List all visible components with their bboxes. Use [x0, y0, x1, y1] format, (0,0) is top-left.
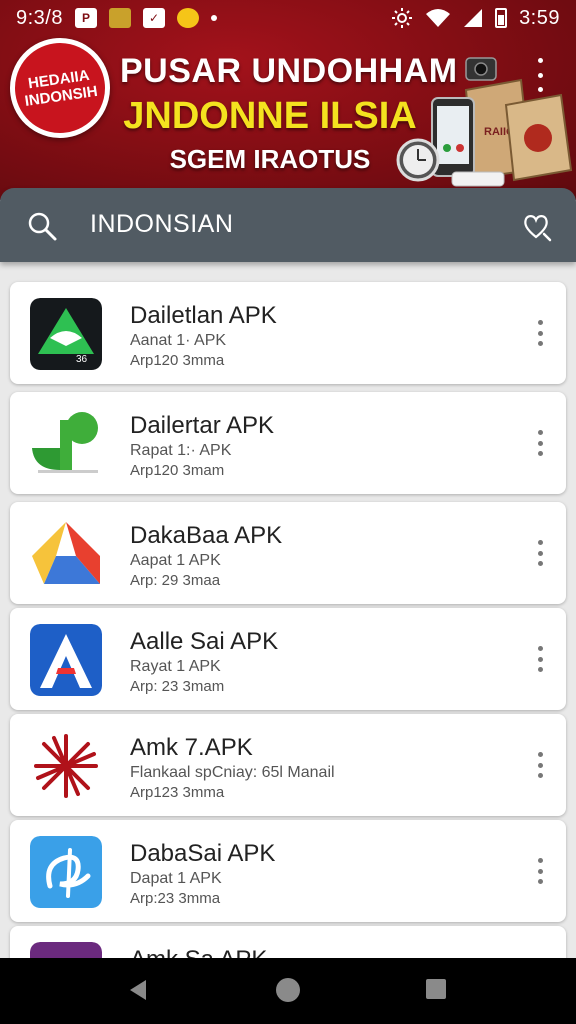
blue-script-logo-icon [30, 836, 102, 908]
app-subtitle: Aanat 1· APK [130, 332, 227, 349]
list-item[interactable]: Aalle Sai APK Rayat 1 APK Arp: 23 3mam [10, 608, 566, 710]
banner-title-line-2: JNDONNE ILSIA [123, 95, 417, 137]
app-name: DakaBaa APK [130, 522, 283, 549]
brightness-icon [392, 8, 413, 28]
app-meta: Arp120 3mma [130, 352, 225, 369]
yellow-star-logo-icon [30, 518, 102, 590]
more-options-icon[interactable] [530, 646, 550, 672]
recents-icon[interactable] [426, 979, 446, 999]
wifi-icon [426, 9, 451, 27]
app-subtitle: Rayat 1 APK [130, 658, 221, 675]
app-subtitle: Dapat 1 APK [130, 870, 222, 887]
green-leaf-logo-icon [30, 408, 102, 480]
app-meta: Arp:23 3mma [130, 890, 221, 907]
more-options-icon[interactable] [530, 858, 550, 884]
app-meta: Arp123 3mma [130, 784, 225, 801]
navigation-bar [0, 958, 576, 1024]
status-time: 9:3/8 [16, 6, 63, 29]
app-name: Amk 7.APK [130, 734, 253, 761]
notification-coin-icon [176, 8, 199, 28]
app-subtitle: Aapat 1 APK [130, 552, 221, 569]
notification-p-icon: P [74, 8, 97, 28]
list-item[interactable]: Dailertar APK Rapat 1:· APK Arp120 3mam [10, 392, 566, 494]
more-options-icon[interactable] [530, 752, 550, 778]
banner-title-line-1: PUSAR UNDOHHAM [120, 52, 458, 90]
signal-icon [464, 9, 483, 27]
back-icon[interactable] [126, 978, 150, 1002]
app-meta: Arp120 3mam [130, 462, 225, 479]
search-icon[interactable] [26, 210, 58, 242]
app-name: Dailetlan APK [130, 302, 277, 329]
more-options-icon[interactable] [530, 430, 550, 456]
notification-image-icon [108, 8, 131, 28]
notification-dot-icon [210, 15, 217, 21]
overflow-menu-icon[interactable] [530, 58, 550, 92]
banner-title-line-3: SGEM IRAOTUS [169, 144, 371, 174]
status-bar: 9:3/8 P ✓ 3:59 [0, 0, 576, 36]
battery-icon [495, 8, 508, 28]
red-burst-logo-icon [30, 730, 102, 802]
app-meta: Arp: 29 3maa [130, 572, 221, 589]
app-subtitle: Rapat 1:· APK [130, 442, 232, 459]
app-name: DabaSai APK [130, 840, 276, 867]
favorite-search-icon[interactable] [520, 210, 552, 242]
brand-badge: HEDAIIA INDONSIH [3, 31, 117, 145]
home-icon[interactable] [276, 978, 300, 1002]
app-name: Dailertar APK [130, 412, 275, 439]
more-options-icon[interactable] [530, 540, 550, 566]
more-options-icon[interactable] [530, 320, 550, 346]
blue-a-logo-icon [30, 624, 102, 696]
search-bar: INDONSIAN [0, 188, 576, 262]
status-clock: 3:59 [519, 6, 560, 29]
list-item[interactable]: 36 Dailetlan APK Aanat 1· APK Arp120 3mm… [10, 282, 566, 384]
search-input[interactable]: INDONSIAN [90, 210, 233, 239]
notification-check-icon: ✓ [142, 8, 165, 28]
header-banner: 9:3/8 P ✓ 3:59 HEDAIIA INDONSIH PUSAR UN… [0, 0, 576, 200]
list-item[interactable]: DabaSai APK Dapat 1 APK Arp:23 3mma [10, 820, 566, 922]
app-name: Aalle Sai APK [130, 628, 279, 655]
app-meta: Arp: 23 3mam [130, 678, 225, 695]
triangle-logo-icon: 36 [30, 298, 102, 370]
list-item[interactable]: DakaBaa APK Aapat 1 APK Arp: 29 3maa [10, 502, 566, 604]
svg-text:36: 36 [76, 354, 88, 365]
app-subtitle: Flankaal spCniay: 65l Manail [130, 764, 335, 781]
banner-title: PUSAR UNDOHHAM JNDONNE ILSIA SGEM IRAOTU… [120, 52, 458, 175]
list-item[interactable]: Amk 7.APK Flankaal spCniay: 65l Manail A… [10, 714, 566, 816]
